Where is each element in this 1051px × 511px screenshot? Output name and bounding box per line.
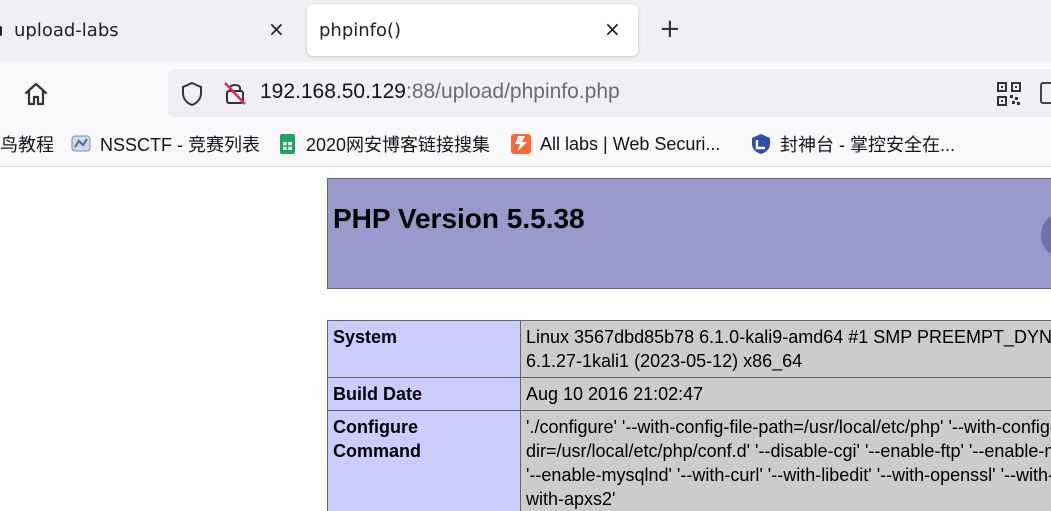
table-row: Build Date Aug 10 2016 21:02:47 [327, 377, 1051, 411]
tab-favicon-icon [0, 26, 2, 36]
bookmark-label: 2020网安博客链接搜集 [306, 135, 491, 155]
row-key: System [327, 320, 521, 378]
new-tab-button[interactable]: + [659, 14, 681, 44]
home-icon[interactable] [22, 81, 50, 111]
row-value: './configure' '--with-config-file-path=/… [520, 410, 1051, 511]
navigation-toolbar: 192.168.50.129:88/upload/phpinfo.php [0, 62, 1051, 124]
page-content: PHP Version 5.5.38 System Linux 3567dbd8… [0, 167, 1051, 511]
close-tab-icon[interactable]: × [604, 17, 621, 41]
insecure-lock-icon[interactable] [222, 80, 248, 110]
bookmark-label: 封神台 - 掌控安全在... [780, 135, 955, 155]
phpinfo-table: System Linux 3567dbd85b78 6.1.0-kali9-am… [327, 320, 1051, 511]
tab-strip: upload-labs × phpinfo() × + [0, 0, 1051, 62]
bookmark-item[interactable]: NSSCTF - 竞赛列表 [70, 124, 260, 164]
tab-title: phpinfo() [319, 19, 402, 41]
bookmark-item[interactable]: All labs | Web Securi... [510, 124, 720, 164]
shield-icon[interactable] [180, 81, 204, 111]
tab-phpinfo[interactable]: phpinfo() × [307, 4, 638, 56]
phpinfo-header: PHP Version 5.5.38 [327, 178, 1051, 289]
fengshentai-icon [750, 133, 772, 155]
reader-view-icon[interactable] [1040, 82, 1051, 104]
nssctf-icon [70, 133, 92, 155]
url-host: 192.168.50.129 [260, 80, 406, 103]
address-bar[interactable]: 192.168.50.129:88/upload/phpinfo.php [168, 69, 1051, 117]
bookmark-item[interactable]: 封神台 - 掌控安全在... [750, 124, 955, 164]
url-path: :88/upload/phpinfo.php [405, 80, 620, 103]
close-tab-icon[interactable]: × [268, 17, 285, 41]
bookmarks-toolbar: 鸟教程 NSSCTF - 竞赛列表 2020网安博客链接搜集 All labs … [0, 124, 1051, 167]
bookmark-item[interactable]: 鸟教程 [0, 124, 54, 164]
row-value: Aug 10 2016 21:02:47 [520, 377, 1051, 411]
table-row: Configure Command './configure' '--with-… [327, 410, 1051, 511]
bookmark-label: All labs | Web Securi... [540, 133, 721, 154]
row-key: Configure Command [327, 410, 521, 511]
row-value: Linux 3567dbd85b78 6.1.0-kali9-amd64 #1 … [520, 320, 1051, 378]
qr-code-icon[interactable] [997, 82, 1021, 110]
bookmark-label: NSSCTF - 竞赛列表 [100, 135, 260, 155]
portswigger-icon [510, 133, 532, 155]
tab-title: upload-labs [14, 19, 119, 41]
url-text[interactable]: 192.168.50.129:88/upload/phpinfo.php [260, 80, 620, 104]
bookmark-item[interactable]: 2020网安博客链接搜集 [276, 124, 490, 164]
tab-upload-labs[interactable]: upload-labs × [0, 4, 300, 56]
php-version-title: PHP Version 5.5.38 [333, 203, 585, 234]
row-key: Build Date [327, 377, 521, 411]
sheets-icon [276, 133, 298, 155]
bookmark-label: 鸟教程 [0, 135, 54, 155]
php-logo-icon [1041, 213, 1051, 257]
table-row: System Linux 3567dbd85b78 6.1.0-kali9-am… [327, 320, 1051, 378]
